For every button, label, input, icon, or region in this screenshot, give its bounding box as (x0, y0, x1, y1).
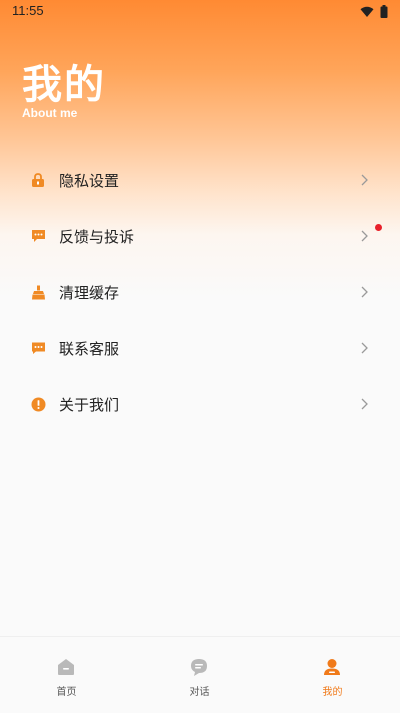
lock-icon (30, 172, 46, 188)
menu-item-label: 清理缓存 (59, 284, 120, 302)
tab-label: 我的 (322, 687, 343, 698)
menu-item-contact-support[interactable]: 联系客服 (0, 320, 400, 376)
page-title: 我的 (22, 62, 106, 108)
info-icon (30, 396, 46, 412)
wifi-icon (360, 6, 374, 17)
chevron-right-icon (361, 230, 368, 242)
tab-home[interactable]: 首页 (0, 637, 133, 713)
tab-dialog[interactable]: 对话 (133, 637, 266, 713)
chevron-right-icon (361, 286, 368, 298)
page-subtitle: About me (22, 106, 78, 120)
menu-item-clear-cache[interactable]: 清理缓存 (0, 264, 400, 320)
home-icon (58, 659, 74, 675)
chat-icon (30, 340, 46, 356)
menu-item-label: 关于我们 (59, 396, 120, 414)
chevron-right-icon (361, 398, 368, 410)
status-time: 11:55 (12, 3, 44, 18)
tab-label: 首页 (56, 687, 77, 698)
notification-dot (375, 224, 382, 231)
status-icons (360, 5, 388, 18)
chevron-right-icon (361, 342, 368, 354)
battery-icon (380, 5, 388, 18)
broom-icon (30, 284, 46, 300)
menu-item-feedback[interactable]: 反馈与投诉 (0, 208, 400, 264)
menu-item-about-us[interactable]: 关于我们 (0, 376, 400, 432)
profile-icon (324, 659, 340, 675)
status-bar: 11:55 (0, 0, 400, 24)
feedback-icon (30, 228, 46, 244)
dialog-icon (191, 659, 207, 676)
menu-item-label: 反馈与投诉 (59, 228, 135, 246)
menu-item-privacy-settings[interactable]: 隐私设置 (0, 152, 400, 208)
tab-label: 对话 (189, 687, 210, 698)
menu-item-label: 隐私设置 (59, 172, 120, 190)
menu-item-label: 联系客服 (59, 340, 120, 358)
tab-profile[interactable]: 我的 (266, 637, 400, 713)
settings-menu: 隐私设置 反馈与投诉 清理缓存 联系客服 关于我们 (0, 152, 400, 432)
chevron-right-icon (361, 174, 368, 186)
bottom-tab-bar: 首页 对话 我的 (0, 636, 400, 713)
